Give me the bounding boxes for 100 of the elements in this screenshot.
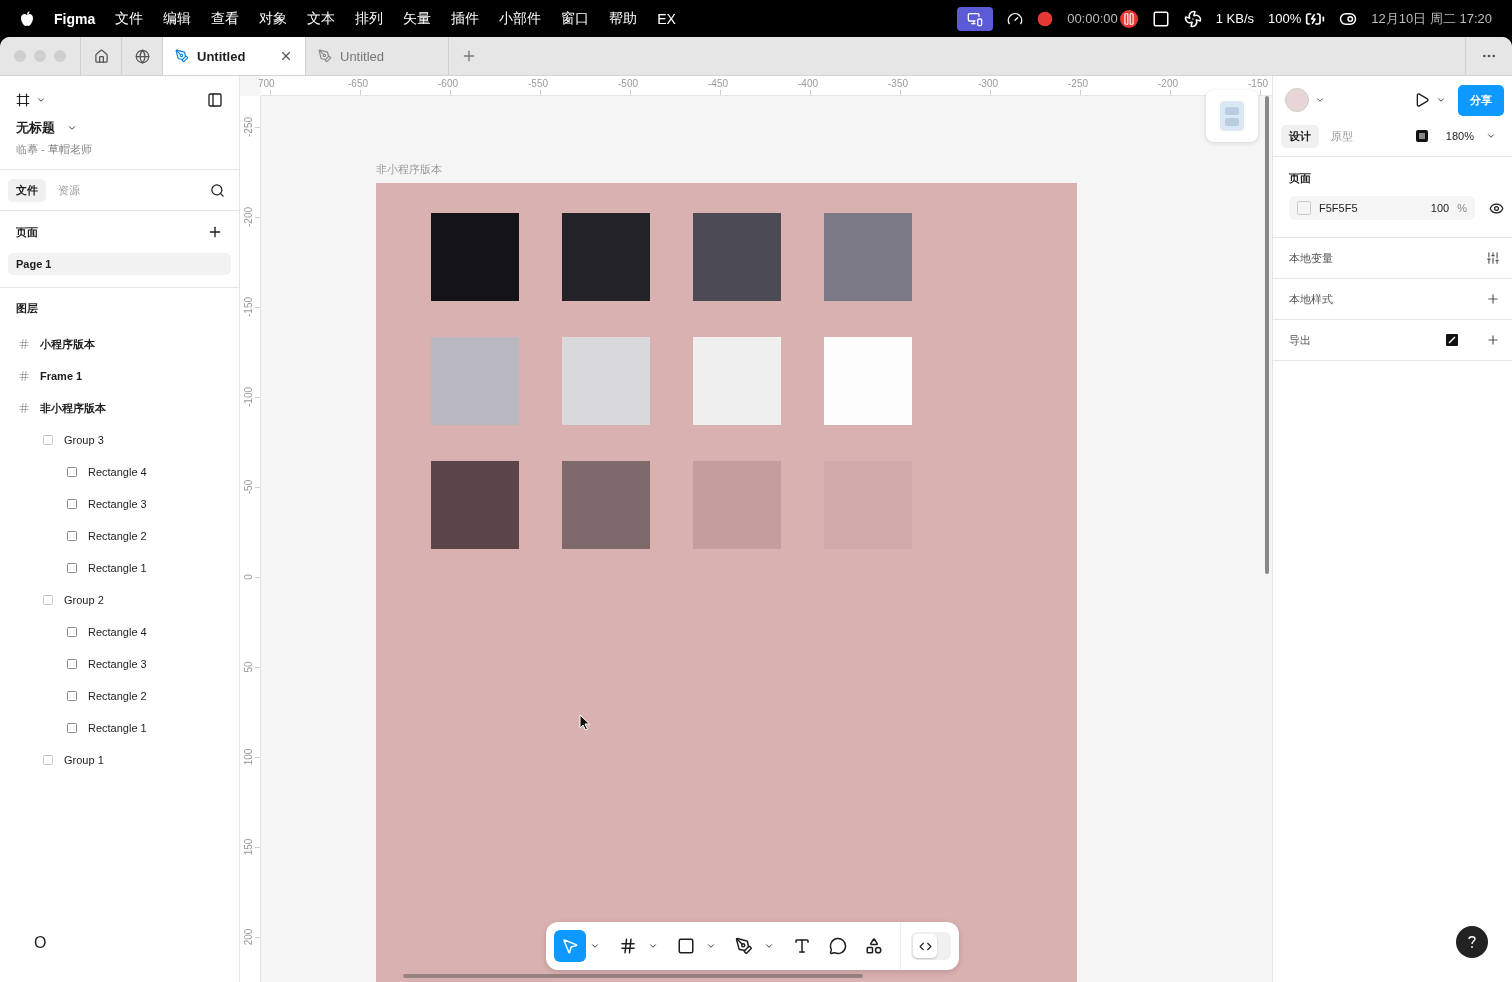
chevron-icon[interactable] xyxy=(1486,131,1496,141)
sliders-icon[interactable] xyxy=(1486,251,1500,265)
section-heading: 页面 xyxy=(1289,170,1311,186)
ruler-label: -250 xyxy=(243,116,255,139)
square-icon[interactable] xyxy=(1151,9,1170,28)
screen-share-button[interactable] xyxy=(957,6,994,31)
pointer-icon xyxy=(561,937,579,955)
ruler-label: 700 xyxy=(258,78,275,89)
screen-icon xyxy=(967,10,984,27)
cursor-icon xyxy=(579,714,591,731)
play-icon[interactable] xyxy=(1414,92,1430,108)
section-heading: 页面 xyxy=(16,224,38,240)
ruler-label: -500 xyxy=(618,78,638,89)
layer-item[interactable]: Rectangle 2 xyxy=(0,520,239,552)
dev-mode-toggle[interactable] xyxy=(911,932,951,960)
file-name[interactable]: 无标题 xyxy=(16,119,55,137)
scrollbar[interactable] xyxy=(1265,96,1269,574)
record-icon[interactable] xyxy=(1037,10,1054,27)
ruler-label: 150 xyxy=(243,837,255,858)
gauge-icon[interactable] xyxy=(1007,10,1024,27)
layer-item[interactable]: Rectangle 2 xyxy=(0,680,239,712)
chevron-icon[interactable] xyxy=(764,941,774,951)
list-icon[interactable] xyxy=(1415,130,1428,142)
pause-icon[interactable] xyxy=(1119,9,1138,28)
search-icon[interactable] xyxy=(210,182,225,198)
layer-item[interactable]: 小程序版本 xyxy=(0,328,239,360)
dashed-square-icon xyxy=(42,594,54,606)
menu-item[interactable]: 对象 xyxy=(259,9,288,28)
layer-item[interactable]: Group 1 xyxy=(0,744,239,776)
layer-item[interactable]: Rectangle 4 xyxy=(0,616,239,648)
project-subtitle: 临摹 - 草帽老师 xyxy=(16,142,93,157)
hash-icon xyxy=(18,338,30,350)
panel-icon[interactable] xyxy=(207,92,223,108)
layer-item[interactable]: Rectangle 4 xyxy=(0,456,239,488)
menu-item[interactable]: 查看 xyxy=(211,9,240,28)
ruler-label: 50 xyxy=(243,660,255,675)
square-icon xyxy=(66,626,78,638)
ruler-label: -450 xyxy=(708,78,728,89)
chevron-icon[interactable] xyxy=(1315,95,1325,105)
page-item[interactable]: Page 1 xyxy=(8,253,231,275)
thumbnail-card[interactable] xyxy=(1206,90,1258,142)
layer-item[interactable]: Rectangle 1 xyxy=(0,712,239,744)
layer-item[interactable]: Rectangle 1 xyxy=(0,552,239,584)
square-icon xyxy=(66,658,78,670)
layer-item[interactable]: Rectangle 3 xyxy=(0,648,239,680)
color-field[interactable]: F5F5F5 100 % xyxy=(1289,196,1475,220)
pen-icon xyxy=(175,49,189,63)
pen-icon xyxy=(318,49,332,63)
section-heading[interactable]: 本地样式 xyxy=(1289,291,1333,307)
panel-tab[interactable]: 设计 xyxy=(1281,124,1319,148)
menu-item[interactable]: 帮助 xyxy=(609,9,638,28)
globe-icon xyxy=(134,48,150,64)
menu-item[interactable]: 文本 xyxy=(307,9,336,28)
file-tab[interactable]: Untitled xyxy=(306,37,449,75)
menu-item[interactable]: 窗口 xyxy=(561,9,590,28)
square-icon xyxy=(66,466,78,478)
network-speed: 1 KB/s xyxy=(1215,11,1255,26)
ruler-label: -250 xyxy=(1068,78,1088,89)
frame-icon xyxy=(619,937,637,955)
menu-item[interactable]: 矢量 xyxy=(403,9,432,28)
add-icon[interactable] xyxy=(207,224,223,240)
panel-tab[interactable]: 文件 xyxy=(8,178,46,202)
eye-icon[interactable] xyxy=(1489,200,1504,216)
layer-item[interactable]: 非小程序版本 xyxy=(0,392,239,424)
menu-item[interactable]: 小部件 xyxy=(499,9,542,28)
chevron-icon[interactable] xyxy=(648,941,658,951)
zoom-level[interactable]: 180% xyxy=(1445,130,1474,142)
menu-item[interactable]: 编辑 xyxy=(163,9,192,28)
section-heading[interactable]: 本地变量 xyxy=(1289,250,1333,266)
ruler-label: -350 xyxy=(888,78,908,89)
ruler-label: 0 xyxy=(243,573,255,582)
menu-item[interactable]: 文件 xyxy=(115,9,144,28)
chevron-icon[interactable] xyxy=(67,123,77,133)
square-icon xyxy=(677,937,695,955)
menu-item[interactable]: 插件 xyxy=(451,9,480,28)
layer-item[interactable]: Group 3 xyxy=(0,424,239,456)
scrollbar[interactable] xyxy=(403,974,863,978)
chevron-icon[interactable] xyxy=(706,941,716,951)
timer-text: 00:00:00 xyxy=(1067,11,1118,26)
chevron-icon[interactable] xyxy=(590,941,600,951)
menu-item[interactable]: EX xyxy=(657,10,676,27)
close-icon[interactable] xyxy=(279,49,293,63)
ruler-label: -550 xyxy=(528,78,548,89)
brush-icon[interactable] xyxy=(1446,334,1458,346)
layer-item[interactable]: Group 2 xyxy=(0,584,239,616)
chevron-icon[interactable] xyxy=(36,95,46,105)
fan-icon[interactable] xyxy=(1183,9,1202,28)
square-icon xyxy=(66,498,78,510)
square-icon xyxy=(66,722,78,734)
apple-icon[interactable] xyxy=(20,10,34,27)
layer-item[interactable]: Rectangle 3 xyxy=(0,488,239,520)
menu-item[interactable]: 排列 xyxy=(355,9,384,28)
section-heading[interactable]: 导出 xyxy=(1289,332,1311,348)
app-menu[interactable]: Figma xyxy=(54,10,96,27)
chevron-icon[interactable] xyxy=(1436,95,1446,105)
ruler-label: -300 xyxy=(978,78,998,89)
file-tab[interactable]: Untitled xyxy=(163,37,306,75)
dashed-square-icon xyxy=(42,434,54,446)
layer-item[interactable]: Frame 1 xyxy=(0,360,239,392)
ruler-label: -150 xyxy=(1248,78,1268,89)
